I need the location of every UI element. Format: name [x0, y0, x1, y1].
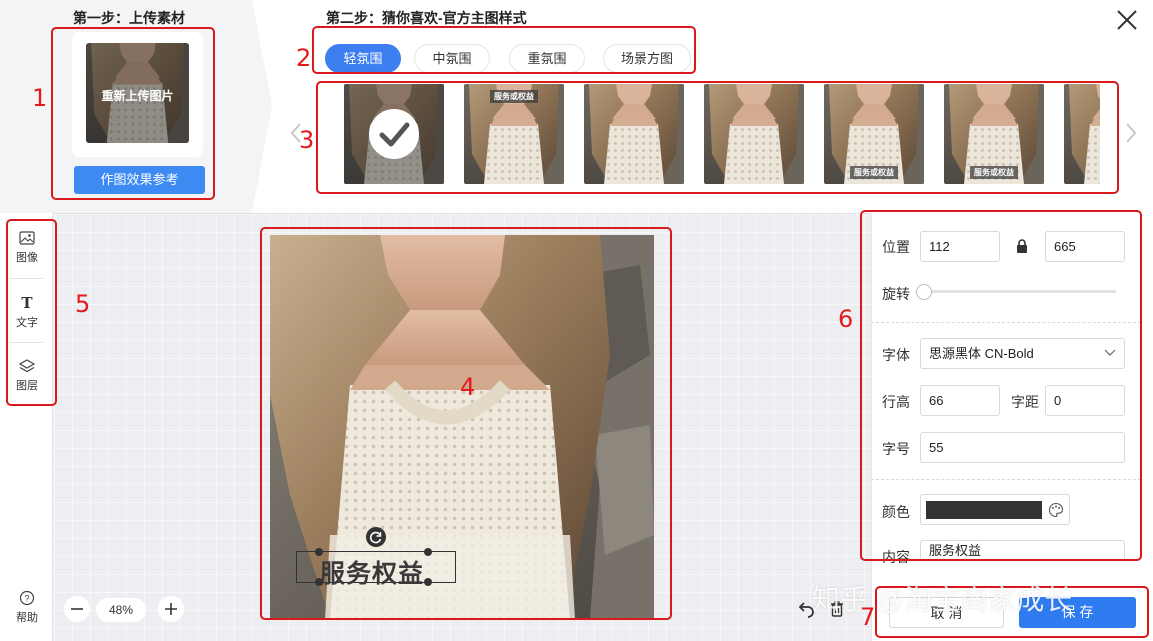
- annotation-box-5: [6, 219, 57, 406]
- zoom-in-button[interactable]: [158, 596, 184, 622]
- annotation-box-2: [312, 26, 696, 74]
- annotation-box-4: [260, 227, 672, 620]
- help-icon: ?: [19, 590, 35, 606]
- svg-text:?: ?: [24, 594, 29, 604]
- annotation-number: 5: [75, 290, 91, 318]
- close-icon[interactable]: [1114, 7, 1140, 33]
- help-label: 帮助: [16, 612, 38, 624]
- annotation-number: 1: [32, 84, 48, 112]
- annotation-box-3: [316, 81, 1119, 194]
- help-button[interactable]: ? 帮助: [9, 590, 45, 625]
- annotation-number: 3: [299, 126, 315, 154]
- zoom-out-button[interactable]: [64, 596, 90, 622]
- chevron-right-icon[interactable]: [1124, 122, 1138, 144]
- step2-title: 第二步：猜你喜欢-官方主图样式: [326, 10, 527, 26]
- annotation-box-1: [51, 27, 215, 200]
- annotation-number: 4: [460, 373, 476, 401]
- zoom-level: 48%: [96, 598, 146, 622]
- annotation-number: 2: [296, 44, 312, 72]
- watermark: 知乎 @淘宝商家成长: [812, 584, 1073, 615]
- annotation-box-6: [860, 210, 1142, 561]
- annotation-number: 6: [838, 305, 854, 333]
- step1-title: 第一步：上传素材: [73, 10, 185, 26]
